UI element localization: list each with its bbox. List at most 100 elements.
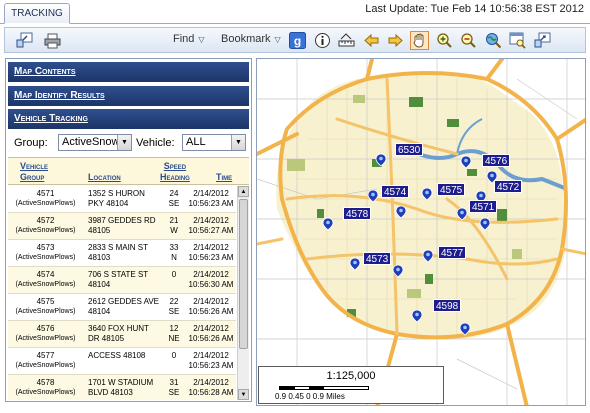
chevron-down-icon: ▼: [231, 135, 245, 150]
zoom-in-icon[interactable]: [435, 31, 454, 50]
vehicle-map-label[interactable]: 4576: [482, 154, 511, 167]
speed-heading-cell: 33 N: [165, 243, 183, 263]
vehicle-table-body: 4571 (ActiveSnowPlows) 1352 S HURON PKY 48…: [8, 186, 236, 400]
map-canvas[interactable]: [257, 59, 586, 406]
vehicle-id: 4572: [36, 216, 55, 225]
table-row[interactable]: 4574 (ActiveSnowPlows) 706 S STATE ST 4810…: [8, 267, 236, 294]
date-value: 2/14/2012: [193, 297, 229, 306]
zoom-extent-icon[interactable]: [15, 31, 34, 50]
vehicle-cell: 4573 (ActiveSnowPlows): [8, 243, 83, 263]
speed-value: 12: [169, 324, 179, 333]
group-select[interactable]: ActiveSnowP ▼: [58, 134, 132, 151]
col-time[interactable]: Time: [216, 172, 232, 183]
speed-value: 22: [169, 297, 179, 306]
col-location[interactable]: Location: [88, 172, 121, 183]
vehicle-cell: 4577 (ActiveSnowPlows): [8, 351, 83, 371]
zoom-out-icon[interactable]: [459, 31, 478, 50]
last-update-text: Last Update: Tue Feb 14 10:56:38 EST 201…: [365, 3, 584, 15]
vehicle-map-label[interactable]: 4572: [494, 180, 523, 193]
bookmark-label: Bookmark: [221, 33, 271, 45]
vehicle-pin-icon[interactable]: [456, 207, 468, 221]
time-cell: 2/14/2012 10:56:23 AM: [186, 243, 236, 263]
map-view[interactable]: 6530 4576 4572 4574 4575 4571 4578 4577 4573 4598…: [256, 58, 586, 406]
vehicle-map-label[interactable]: 4571: [469, 200, 498, 213]
section-vehicle-tracking[interactable]: Vehicle Tracking: [8, 109, 249, 129]
vehicle-select[interactable]: ALL ▼: [182, 134, 246, 151]
table-row[interactable]: 4571 (ActiveSnowPlows) 1352 S HURON PKY 48…: [8, 186, 236, 213]
find-label: Find: [173, 33, 195, 45]
table-row[interactable]: 4575 (ActiveSnowPlows) 2612 GEDDES AVE 481…: [8, 294, 236, 321]
back-arrow-icon[interactable]: [362, 31, 381, 50]
vehicle-pin-icon[interactable]: [367, 189, 379, 203]
vehicle-pin-icon[interactable]: [395, 205, 407, 219]
table-row[interactable]: 4577 (ActiveSnowPlows) ACCESS 48108 0 2/14/2…: [8, 348, 236, 375]
info-icon[interactable]: [313, 31, 332, 50]
vehicle-pin-icon[interactable]: [460, 155, 472, 169]
table-row[interactable]: 4576 (ActiveSnowPlows) 3640 FOX HUNT DR 48…: [8, 321, 236, 348]
tab-tracking[interactable]: TRACKING: [4, 3, 70, 24]
date-value: 2/14/2012: [193, 324, 229, 333]
scroll-up-icon[interactable]: ▲: [238, 186, 249, 197]
zoom-full-icon[interactable]: [533, 31, 552, 50]
vehicle-id: 4571: [36, 189, 55, 198]
vehicle-group: (ActiveSnowPlows): [15, 335, 76, 342]
scroll-thumb[interactable]: [239, 199, 248, 349]
heading-value: N: [171, 253, 177, 262]
time-value: 10:56:23 AM: [188, 253, 234, 262]
vehicle-pin-icon[interactable]: [479, 217, 491, 231]
vehicle-map-label[interactable]: 6530: [395, 143, 424, 156]
vehicle-map-label[interactable]: 4598: [433, 299, 462, 312]
vehicle-pin-icon[interactable]: [349, 257, 361, 271]
vehicle-id: 4573: [36, 243, 55, 252]
measure-icon[interactable]: [337, 31, 356, 50]
speed-heading-cell: 24 SE: [165, 189, 183, 209]
heading-value: SE: [168, 388, 180, 397]
pan-hand-icon[interactable]: [410, 31, 429, 50]
vehicle-group: (ActiveSnowPlows): [15, 389, 76, 396]
vehicle-id: 4574: [36, 270, 55, 279]
time-cell: 2/14/2012 10:56:23 AM: [186, 351, 236, 371]
find-menu[interactable]: Find ▽: [173, 33, 205, 45]
scale-ticks: 0.9 0.45 0 0.9 Miles: [275, 392, 345, 401]
vehicle-select-value: ALL: [186, 136, 206, 148]
table-row[interactable]: 4573 (ActiveSnowPlows) 2833 S MAIN ST 4810…: [8, 240, 236, 267]
tab-strip: TRACKING Last Update: Tue Feb 14 10:56:3…: [0, 0, 590, 24]
vehicle-cell: 4572 (ActiveSnowPlows): [8, 216, 83, 236]
scale-bar-graphic: [279, 386, 369, 390]
section-map-contents[interactable]: Map Contents: [8, 62, 249, 82]
vehicle-map-label[interactable]: 4575: [437, 183, 466, 196]
heading-value: SE: [168, 307, 180, 316]
col-vehicle-group[interactable]: Vehicle Group: [20, 161, 48, 183]
vehicle-pin-icon[interactable]: [392, 264, 404, 278]
vehicle-pin-icon[interactable]: [421, 187, 433, 201]
forward-arrow-icon[interactable]: [386, 31, 405, 50]
zoom-window-icon[interactable]: [508, 31, 527, 50]
vehicle-pin-icon[interactable]: [411, 309, 423, 323]
vehicle-pin-icon[interactable]: [459, 322, 471, 336]
table-row[interactable]: 4572 (ActiveSnowPlows) 3987 GEDDES RD 4810…: [8, 213, 236, 240]
zoom-world-icon[interactable]: [484, 31, 503, 50]
col-speed-heading[interactable]: Speed Heading: [160, 161, 190, 183]
vehicle-pin-icon[interactable]: [322, 217, 334, 231]
vehicle-map-label[interactable]: 4573: [363, 252, 392, 265]
vehicle-table-scrollbar[interactable]: ▲ ▼: [237, 186, 249, 400]
vehicle-cell: 4576 (ActiveSnowPlows): [8, 324, 83, 344]
date-value: 2/14/2012: [193, 378, 229, 387]
table-row[interactable]: 4578 (ActiveSnowPlows) 1701 W STADIUM BLVD…: [8, 375, 236, 400]
section-map-identify-results[interactable]: Map Identify Results: [8, 86, 249, 106]
vehicle-map-label[interactable]: 4578: [343, 207, 372, 220]
vehicle-map-label[interactable]: 4577: [438, 246, 467, 259]
time-cell: 2/14/2012 10:56:23 AM: [186, 189, 236, 209]
vehicle-map-label[interactable]: 4574: [381, 185, 410, 198]
heading-value: SE: [168, 199, 180, 208]
scroll-down-icon[interactable]: ▼: [238, 389, 249, 400]
print-icon[interactable]: [43, 31, 62, 50]
vehicle-pin-icon[interactable]: [375, 153, 387, 167]
vehicle-pin-icon[interactable]: [422, 249, 434, 263]
svg-text:g: g: [294, 34, 301, 48]
google-icon[interactable]: g: [288, 31, 307, 50]
location-cell: 2612 GEDDES AVE 48104: [88, 297, 159, 316]
vehicle-id: 4578: [36, 378, 55, 387]
tracking-app: TRACKING Last Update: Tue Feb 14 10:56:3…: [0, 0, 590, 413]
bookmark-menu[interactable]: Bookmark ▽: [221, 33, 281, 45]
